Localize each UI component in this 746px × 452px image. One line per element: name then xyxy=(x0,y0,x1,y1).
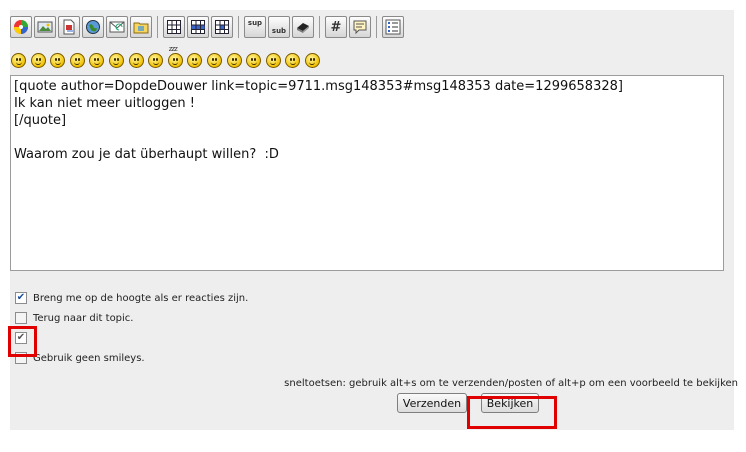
subscript-icon: sub xyxy=(271,26,287,35)
smiley-icon[interactable] xyxy=(50,52,66,68)
checkmark-icon: ✔ xyxy=(16,292,26,303)
list-button[interactable] xyxy=(382,16,404,38)
globe-link-button[interactable] xyxy=(82,16,104,38)
message-textarea[interactable]: [quote author=DopdeDouwer link=topic=971… xyxy=(10,75,724,271)
table-row-button[interactable] xyxy=(187,16,209,38)
option-notify[interactable]: ✔ Breng me op de hoogte als er reacties … xyxy=(15,290,248,306)
smiley-icon[interactable] xyxy=(30,52,46,68)
toolbar-separator xyxy=(157,16,158,38)
quote-button[interactable] xyxy=(349,16,371,38)
toolbar-separator xyxy=(319,16,320,38)
return-to-topic-checkbox[interactable] xyxy=(15,312,27,324)
smiley-icon[interactable] xyxy=(206,52,222,68)
color-wheel-button[interactable] xyxy=(10,16,32,38)
option-label: Gebruik geen smileys. xyxy=(33,352,145,364)
email-icon xyxy=(109,21,125,33)
smiley-icon[interactable] xyxy=(226,52,242,68)
code-button[interactable]: # xyxy=(325,16,347,38)
table-row-icon xyxy=(191,20,205,34)
hotkeys-hint: sneltoetsen: gebruik alt+s om te verzend… xyxy=(284,378,738,389)
smiley-icon[interactable] xyxy=(304,52,320,68)
superscript-button[interactable]: sup xyxy=(244,16,266,38)
annotation-highlight-box xyxy=(8,326,37,357)
attachment-button[interactable] xyxy=(58,16,80,38)
smiley-icon[interactable] xyxy=(148,52,164,68)
formatting-toolbar: sup sub # xyxy=(10,15,406,39)
folder-ftp-icon xyxy=(133,22,149,34)
smiley-icon[interactable] xyxy=(285,52,301,68)
option-return-to-topic[interactable]: Terug naar dit topic. xyxy=(15,310,134,326)
table-button[interactable] xyxy=(163,16,185,38)
smiley-icon[interactable] xyxy=(187,52,203,68)
globe-link-icon xyxy=(86,20,100,34)
smiley-icon[interactable] xyxy=(128,52,144,68)
table-cell-button[interactable] xyxy=(211,16,233,38)
image-button[interactable] xyxy=(34,16,56,38)
smiley-icon[interactable] xyxy=(69,52,85,68)
smiley-icon[interactable] xyxy=(11,52,26,68)
annotation-highlight-box xyxy=(467,396,557,429)
shadow-icon xyxy=(297,23,309,33)
code-icon: # xyxy=(330,19,342,35)
toolbar-separator xyxy=(376,16,377,38)
option-label: Breng me op de hoogte als er reacties zi… xyxy=(33,292,249,304)
shadow-button[interactable] xyxy=(292,16,314,38)
smiley-icon[interactable] xyxy=(246,52,262,68)
notify-checkbox[interactable]: ✔ xyxy=(15,292,27,304)
list-icon xyxy=(385,19,401,35)
email-button[interactable] xyxy=(106,16,128,38)
quote-icon xyxy=(353,20,367,35)
sleepy-smiley-icon[interactable]: zzz xyxy=(167,45,183,68)
attachment-icon xyxy=(63,19,75,35)
superscript-icon: sup xyxy=(247,18,263,27)
table-cell-icon xyxy=(215,20,229,34)
option-label: Terug naar dit topic. xyxy=(33,312,134,324)
smiley-bar: zzz xyxy=(11,45,325,68)
smiley-icon[interactable] xyxy=(265,52,281,68)
subscript-button[interactable]: sub xyxy=(268,16,290,38)
toolbar-separator xyxy=(238,16,239,38)
send-button[interactable]: Verzenden xyxy=(397,393,467,413)
smiley-icon[interactable] xyxy=(108,52,124,68)
folder-ftp-button[interactable] xyxy=(130,16,152,38)
table-icon xyxy=(167,20,181,34)
image-icon xyxy=(37,21,53,33)
color-wheel-icon xyxy=(14,20,28,34)
smiley-icon[interactable] xyxy=(89,52,105,68)
sleepy-zzz-label: zzz xyxy=(168,44,178,53)
